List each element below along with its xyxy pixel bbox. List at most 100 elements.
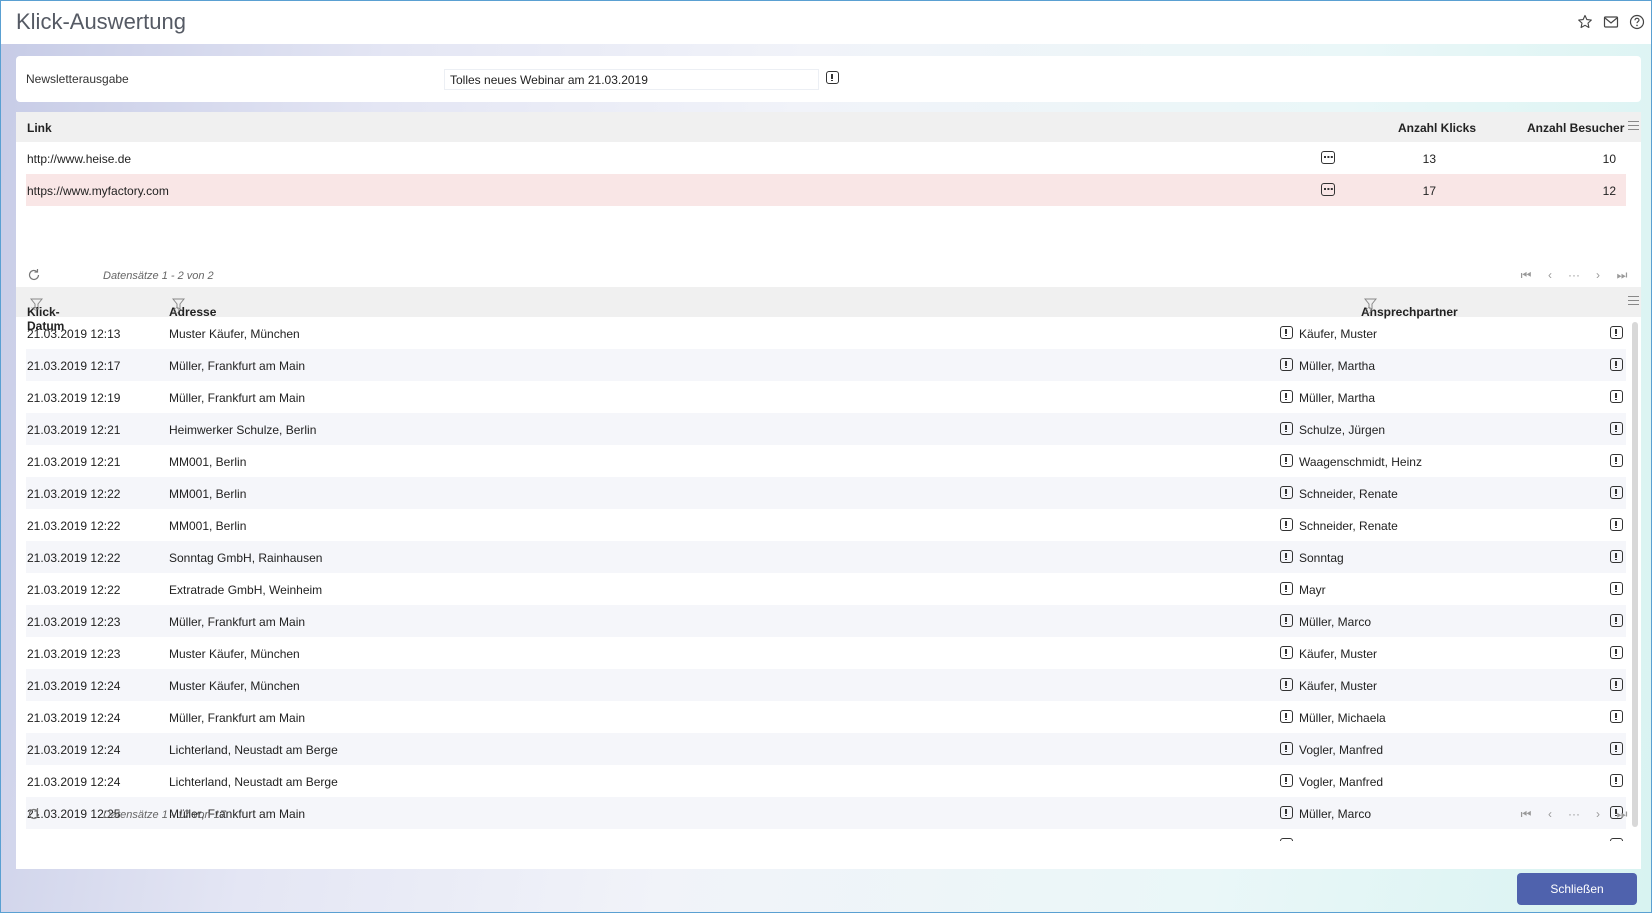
info-icon[interactable] [826, 71, 839, 84]
more-pages-icon[interactable]: ··· [1567, 268, 1581, 282]
table-row[interactable]: https://www.myfactory.com 17 12 [26, 174, 1626, 206]
info-icon[interactable] [1610, 774, 1623, 787]
more-pages-icon[interactable]: ··· [1567, 807, 1581, 821]
info-icon[interactable] [1610, 582, 1623, 595]
info-icon[interactable] [1610, 838, 1623, 841]
info-icon[interactable] [1280, 614, 1293, 627]
column-header-link[interactable]: Link [27, 121, 52, 135]
table-row[interactable]: http://www.heise.de 13 10 [26, 142, 1626, 174]
sort-icon[interactable]: ◇ [173, 305, 180, 316]
info-icon[interactable] [1610, 358, 1623, 371]
first-page-icon[interactable]: ⏮ [1519, 268, 1533, 282]
info-icon[interactable] [1610, 646, 1623, 659]
column-header-klicks[interactable]: Anzahl Klicks [1398, 121, 1476, 135]
ansprechpartner-cell[interactable]: Müller, Marco [1299, 615, 1371, 629]
table-row[interactable]: 21.03.2019 12:24 Lichterland, Neustadt am… [26, 733, 1626, 765]
more-icon[interactable] [1321, 183, 1335, 196]
info-icon[interactable] [1280, 646, 1293, 659]
adresse-cell[interactable]: Extratrade GmbH, Weinheim [169, 583, 322, 597]
info-icon[interactable] [1280, 358, 1293, 371]
table-row[interactable]: 21.03.2019 12:22 Extratrade GmbH, Weinhei… [26, 573, 1626, 605]
table-row[interactable]: 21.03.2019 12:17 Müller, Frankfurt am Mai… [26, 349, 1626, 381]
info-icon[interactable] [1280, 838, 1293, 841]
ansprechpartner-cell[interactable]: Käufer, Muster [1299, 327, 1377, 341]
info-icon[interactable] [1610, 518, 1623, 531]
info-icon[interactable] [1610, 390, 1623, 403]
info-icon[interactable] [1610, 678, 1623, 691]
info-icon[interactable] [1280, 326, 1293, 339]
ansprechpartner-cell[interactable]: Mayr [1299, 583, 1326, 597]
ansprechpartner-cell[interactable]: Schneider, Renate [1299, 519, 1398, 533]
table-row[interactable]: 21.03.2019 12:22 Sonntag GmbH, Rainhausen… [26, 541, 1626, 573]
table-row[interactable]: 21.03.2019 12:24 Lichterland, Neustadt am… [26, 765, 1626, 797]
adresse-cell[interactable]: Müller, Frankfurt am Main [169, 711, 305, 725]
star-icon[interactable] [1576, 13, 1593, 30]
link-cell[interactable]: http://www.heise.de [27, 152, 131, 166]
ansprechpartner-cell[interactable]: Vogler, Manfred [1299, 775, 1383, 789]
info-icon[interactable] [1610, 486, 1623, 499]
scrollbar-thumb[interactable] [1632, 322, 1638, 827]
ansprechpartner-cell[interactable]: Vogler, Manfred [1299, 743, 1383, 757]
adresse-cell[interactable]: Lichterland, Neustadt am Berge [169, 775, 338, 789]
table-row[interactable]: 21.03.2019 12:24 Müller, Frankfurt am Mai… [26, 701, 1626, 733]
column-header-datum[interactable]: Klick-Datum ﹀ [27, 296, 64, 333]
sort-icon[interactable]: ◇ [1365, 305, 1372, 316]
adresse-cell[interactable]: MM001, Berlin [169, 519, 246, 533]
adresse-cell[interactable]: Muster Käufer, München [169, 679, 300, 693]
info-icon[interactable] [1280, 774, 1293, 787]
info-icon[interactable] [1610, 710, 1623, 723]
last-page-icon[interactable]: ⏭ [1615, 268, 1629, 282]
info-icon[interactable] [1280, 486, 1293, 499]
info-icon[interactable] [1610, 326, 1623, 339]
table-row[interactable]: 21.03.2019 12:13 Muster Käufer, München Kä… [26, 317, 1626, 349]
adresse-cell[interactable]: Müller, Frankfurt am Main [169, 359, 305, 373]
vertical-scrollbar[interactable] [1632, 322, 1638, 829]
column-menu-icon[interactable] [1628, 296, 1639, 305]
adresse-cell[interactable]: Sonntag GmbH, Rainhausen [169, 551, 322, 565]
mail-icon[interactable] [1602, 13, 1619, 30]
adresse-cell[interactable]: Müller, Frankfurt am Main [169, 391, 305, 405]
ansprechpartner-cell[interactable]: Käufer, Muster [1299, 679, 1377, 693]
table-row[interactable]: 21.03.2019 12:22 MM001, Berlin Schneider, … [26, 509, 1626, 541]
info-icon[interactable] [1280, 390, 1293, 403]
adresse-cell[interactable]: Muster Käufer, München [169, 327, 300, 341]
table-row[interactable]: 21.03.2019 12:23 Müller, Frankfurt am Mai… [26, 605, 1626, 637]
table-row[interactable]: 21.03.2019 12:24 Muster Käufer, München Kä… [26, 669, 1626, 701]
ansprechpartner-cell[interactable]: Müller, Michaela [1299, 711, 1386, 725]
info-icon[interactable] [1280, 454, 1293, 467]
close-button[interactable]: Schließen [1517, 873, 1637, 905]
last-page-icon[interactable]: ⏭ [1615, 807, 1629, 821]
table-row[interactable]: 21.03.2019 12:25 privat, München Gierbach,… [26, 829, 1626, 841]
table-row[interactable]: 21.03.2019 12:22 MM001, Berlin Schneider, … [26, 477, 1626, 509]
adresse-cell[interactable]: Müller, Frankfurt am Main [169, 615, 305, 629]
ansprechpartner-cell[interactable]: Sonntag [1299, 551, 1344, 565]
info-icon[interactable] [1280, 582, 1293, 595]
adresse-cell[interactable]: privat, München [169, 839, 254, 841]
table-row[interactable]: 21.03.2019 12:19 Müller, Frankfurt am Mai… [26, 381, 1626, 413]
refresh-icon[interactable] [27, 268, 41, 282]
first-page-icon[interactable]: ⏮ [1519, 807, 1533, 821]
adresse-cell[interactable]: Heimwerker Schulze, Berlin [169, 423, 316, 437]
column-header-besucher[interactable]: Anzahl Besucher [1527, 121, 1624, 135]
info-icon[interactable] [1610, 742, 1623, 755]
prev-page-icon[interactable]: ‹ [1543, 807, 1557, 821]
info-icon[interactable] [1280, 678, 1293, 691]
info-icon[interactable] [1280, 710, 1293, 723]
link-cell[interactable]: https://www.myfactory.com [27, 184, 169, 198]
ansprechpartner-cell[interactable]: Müller, Martha [1299, 391, 1375, 405]
ansprechpartner-cell[interactable]: Käufer, Muster [1299, 647, 1377, 661]
prev-page-icon[interactable]: ‹ [1543, 268, 1557, 282]
adresse-cell[interactable]: MM001, Berlin [169, 487, 246, 501]
ansprechpartner-cell[interactable]: Schulze, Jürgen [1299, 423, 1385, 437]
help-icon[interactable] [1628, 13, 1645, 30]
column-header-ansprechpartner[interactable]: Ansprechpartner ◇ [1361, 296, 1458, 319]
column-header-adresse[interactable]: Adresse ◇ [169, 296, 216, 319]
info-icon[interactable] [1280, 742, 1293, 755]
next-page-icon[interactable]: › [1591, 807, 1605, 821]
newsletter-field[interactable]: Tolles neues Webinar am 21.03.2019 [444, 69, 819, 90]
adresse-cell[interactable]: Muster Käufer, München [169, 647, 300, 661]
ansprechpartner-cell[interactable]: Gierbach, Rainer [1299, 839, 1390, 841]
table-row[interactable]: 21.03.2019 12:21 Heimwerker Schulze, Berl… [26, 413, 1626, 445]
column-menu-icon[interactable] [1628, 121, 1639, 130]
info-icon[interactable] [1280, 518, 1293, 531]
